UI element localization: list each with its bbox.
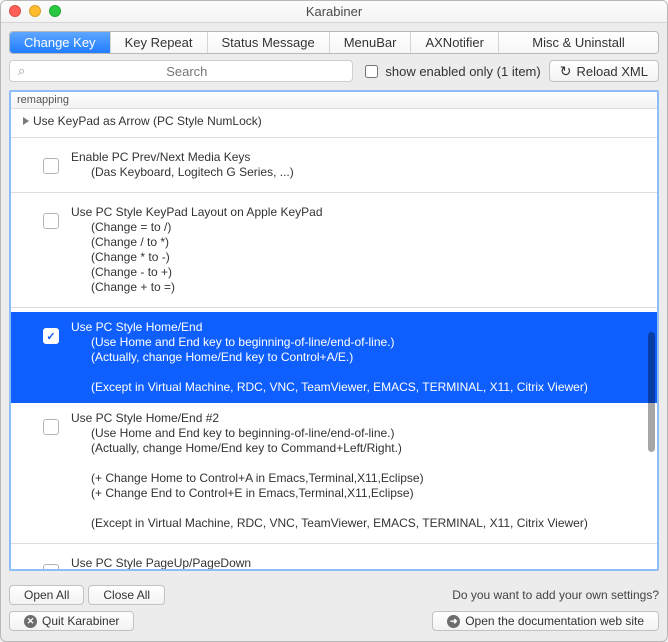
open-docs-button[interactable]: ➜ Open the documentation web site	[432, 611, 659, 631]
minimize-icon[interactable]	[29, 5, 41, 17]
disclosure-triangle-icon[interactable]	[23, 117, 29, 125]
setting-title: Enable PC Prev/Next Media Keys	[71, 150, 645, 165]
setting-checkbox[interactable]	[43, 564, 59, 569]
setting-line: (Change - to +)	[71, 265, 645, 280]
reload-icon: ↻	[560, 63, 572, 80]
close-all-button[interactable]: Close All	[88, 585, 165, 605]
bottom-bar: Open All Close All Do you want to add yo…	[1, 579, 667, 641]
setting-item[interactable]: Use PC Style Home/End(Use Home and End k…	[11, 312, 657, 403]
window-controls	[9, 5, 61, 17]
tab-change-key[interactable]: Change Key	[10, 32, 111, 53]
show-enabled-checkbox[interactable]	[365, 65, 378, 78]
bottom-row-2: ✕ Quit Karabiner ➜ Open the documentatio…	[9, 611, 659, 631]
reload-label: Reload XML	[576, 64, 648, 79]
setting-line: (Actually, change Home/End key to Contro…	[71, 350, 645, 365]
setting-title: Use PC Style Home/End	[71, 320, 645, 335]
open-all-button[interactable]: Open All	[9, 585, 84, 605]
setting-text: Use PC Style KeyPad Layout on Apple KeyP…	[71, 205, 645, 295]
setting-line: (+ Change Home to Control+A in Emacs,Ter…	[71, 471, 645, 486]
setting-title: Use PC Style KeyPad Layout on Apple KeyP…	[71, 205, 645, 220]
titlebar: Karabiner	[1, 1, 667, 23]
setting-line: (Change = to /)	[71, 220, 645, 235]
setting-title: Use PC Style Home/End #2	[71, 411, 645, 426]
setting-text: Use PC Style Home/End(Use Home and End k…	[71, 320, 645, 395]
setting-line: (Actually, change Home/End key to Comman…	[71, 441, 645, 456]
tab-axnotifier[interactable]: AXNotifier	[411, 32, 499, 53]
setting-item[interactable]: Use PC Style PageUp/PageDown(behave like…	[11, 548, 657, 569]
setting-checkbox[interactable]	[43, 419, 59, 435]
search-icon: ⌕	[18, 63, 25, 79]
setting-line	[71, 456, 645, 471]
settings-tree[interactable]: Use KeyPad as Arrow (PC Style NumLock) En…	[11, 109, 657, 569]
setting-title: Use PC Style PageUp/PageDown	[71, 556, 645, 569]
tab-bar: Change KeyKey RepeatStatus MessageMenuBa…	[9, 31, 659, 54]
tree-header: remapping	[11, 92, 657, 109]
tab-misc-uninstall[interactable]: Misc & Uninstall	[499, 32, 658, 53]
reload-button[interactable]: ↻ Reload XML	[549, 60, 659, 82]
show-enabled-only[interactable]: show enabled only (1 item)	[361, 62, 540, 81]
close-icon[interactable]	[9, 5, 21, 17]
setting-line	[71, 501, 645, 516]
setting-line	[71, 365, 645, 380]
scrollbar-thumb[interactable]	[648, 332, 655, 452]
setting-line: (Use Home and End key to beginning-of-li…	[71, 335, 645, 350]
setting-line: (Change * to -)	[71, 250, 645, 265]
content-panel: remapping Use KeyPad as Arrow (PC Style …	[9, 90, 659, 571]
tab-status-message[interactable]: Status Message	[208, 32, 330, 53]
setting-item[interactable]: Enable PC Prev/Next Media Keys(Das Keybo…	[11, 142, 657, 188]
setting-line: (Except in Virtual Machine, RDC, VNC, Te…	[71, 516, 645, 531]
setting-line: (Except in Virtual Machine, RDC, VNC, Te…	[71, 380, 645, 395]
setting-text: Enable PC Prev/Next Media Keys(Das Keybo…	[71, 150, 645, 180]
tree-group-header[interactable]: Use KeyPad as Arrow (PC Style NumLock)	[11, 109, 657, 133]
bottom-row-1: Open All Close All Do you want to add yo…	[9, 585, 659, 605]
open-docs-label: Open the documentation web site	[465, 614, 644, 628]
quit-button[interactable]: ✕ Quit Karabiner	[9, 611, 134, 631]
toolbar: Change KeyKey RepeatStatus MessageMenuBa…	[1, 23, 667, 90]
hint-text: Do you want to add your own settings?	[452, 588, 659, 602]
arrow-right-icon: ➜	[447, 615, 460, 628]
setting-item[interactable]: Use PC Style KeyPad Layout on Apple KeyP…	[11, 197, 657, 303]
tab-menubar[interactable]: MenuBar	[330, 32, 412, 53]
setting-line: (Use Home and End key to beginning-of-li…	[71, 426, 645, 441]
quit-icon: ✕	[24, 615, 37, 628]
app-window: Karabiner Change KeyKey RepeatStatus Mes…	[0, 0, 668, 642]
setting-line: (Change + to =)	[71, 280, 645, 295]
tree-group-label: Use KeyPad as Arrow (PC Style NumLock)	[33, 113, 262, 129]
setting-checkbox[interactable]	[43, 213, 59, 229]
setting-text: Use PC Style PageUp/PageDown(behave like…	[71, 556, 645, 569]
search-input[interactable]	[29, 63, 344, 80]
zoom-icon[interactable]	[49, 5, 61, 17]
setting-line: (Change / to *)	[71, 235, 645, 250]
setting-item[interactable]: Use PC Style Home/End #2(Use Home and En…	[11, 403, 657, 539]
window-title: Karabiner	[306, 4, 362, 19]
show-enabled-label: show enabled only (1 item)	[385, 64, 540, 79]
search-box[interactable]: ⌕	[9, 60, 353, 82]
setting-checkbox[interactable]	[43, 158, 59, 174]
search-row: ⌕ show enabled only (1 item) ↻ Reload XM…	[9, 60, 659, 82]
quit-label: Quit Karabiner	[42, 614, 119, 628]
setting-line: (+ Change End to Control+E in Emacs,Term…	[71, 486, 645, 501]
setting-text: Use PC Style Home/End #2(Use Home and En…	[71, 411, 645, 531]
setting-checkbox[interactable]	[43, 328, 59, 344]
tab-key-repeat[interactable]: Key Repeat	[111, 32, 208, 53]
setting-line: (Das Keyboard, Logitech G Series, ...)	[71, 165, 645, 180]
